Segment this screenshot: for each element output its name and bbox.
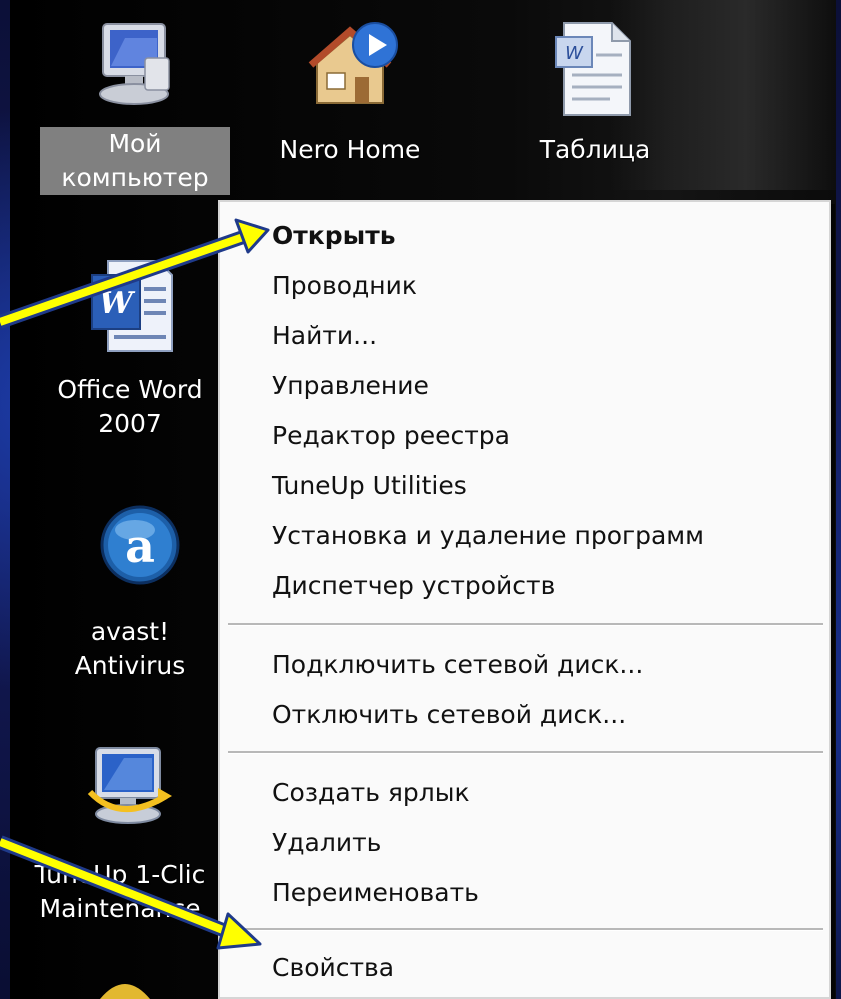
annotation-arrows <box>0 218 270 950</box>
arrow-to-properties <box>0 835 262 950</box>
arrow-to-open <box>0 218 270 329</box>
